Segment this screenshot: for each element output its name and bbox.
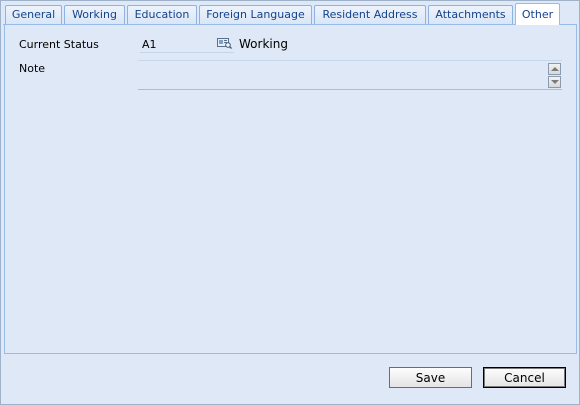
current-status-label: Current Status bbox=[19, 38, 99, 51]
save-button[interactable]: Save bbox=[389, 367, 472, 388]
dialog-footer: Save Cancel bbox=[4, 353, 576, 402]
note-label: Note bbox=[19, 62, 46, 75]
note-textarea[interactable] bbox=[138, 60, 562, 90]
tab-resident-address[interactable]: Resident Address bbox=[314, 5, 426, 24]
tab-attachments[interactable]: Attachments bbox=[428, 5, 513, 24]
tab-strip: General Working Education Foreign Langua… bbox=[3, 3, 577, 26]
tab-other[interactable]: Other bbox=[515, 3, 560, 26]
tab-general[interactable]: General bbox=[5, 5, 62, 24]
tab-foreign-language[interactable]: Foreign Language bbox=[199, 5, 312, 24]
current-status-name: Working bbox=[239, 37, 288, 51]
arrow-up-icon[interactable] bbox=[548, 63, 561, 75]
lookup-icon[interactable] bbox=[217, 37, 232, 49]
note-scrollbar[interactable] bbox=[548, 63, 562, 88]
dialog-window: General Working Education Foreign Langua… bbox=[0, 0, 580, 405]
tab-working[interactable]: Working bbox=[64, 5, 125, 24]
arrow-down-icon[interactable] bbox=[548, 76, 561, 88]
cancel-button[interactable]: Cancel bbox=[483, 367, 566, 388]
tab-panel-other: Current Status Working Note bbox=[4, 25, 577, 354]
tab-education[interactable]: Education bbox=[127, 5, 197, 24]
